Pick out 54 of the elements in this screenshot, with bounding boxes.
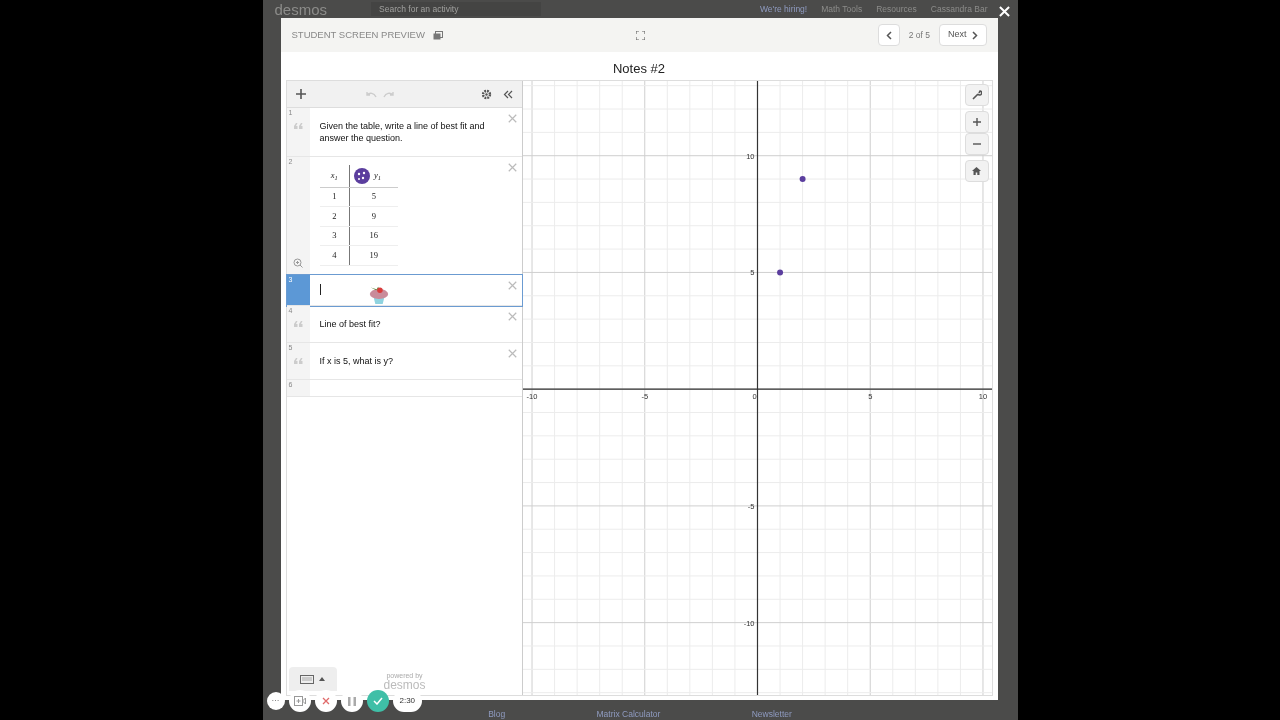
table-cell[interactable]: 1 — [319, 187, 350, 207]
quote-icon — [293, 123, 303, 129]
keyboard-toggle-button[interactable] — [288, 667, 337, 691]
caret-icon — [319, 677, 325, 681]
table-cell[interactable]: 4 — [319, 245, 350, 265]
activity-search-field[interactable]: Search for an activity — [371, 2, 542, 16]
data-point[interactable] — [776, 269, 783, 276]
note-text: Given the table, write a line of best fit and answer the question. — [319, 120, 486, 144]
text-cursor — [319, 284, 321, 295]
page-indicator: 2 of 5 — [908, 28, 930, 42]
more-button[interactable]: ··· — [266, 692, 285, 710]
desmos-logo: desmos — [383, 679, 426, 691]
confirm-button[interactable] — [366, 690, 389, 712]
add-icon[interactable] — [295, 89, 306, 99]
wrench-icon — [971, 90, 982, 100]
chevron-right-icon — [971, 30, 978, 40]
table-cell[interactable]: 9 — [349, 206, 398, 226]
add-screen-button[interactable] — [288, 690, 311, 712]
quote-icon — [293, 320, 303, 327]
graph-settings-button[interactable] — [964, 84, 989, 106]
close-icon — [321, 697, 330, 705]
pause-icon — [347, 696, 356, 706]
collapse-icon[interactable] — [502, 89, 513, 99]
table-cell[interactable]: 2 — [319, 206, 350, 226]
zoom-in-button[interactable] — [964, 111, 989, 133]
point-style-icon[interactable] — [354, 167, 370, 184]
camera-icon — [293, 696, 306, 706]
home-button[interactable] — [964, 160, 989, 182]
table-cell[interactable]: 5 — [349, 187, 398, 207]
table-cell[interactable]: 16 — [349, 226, 398, 246]
fullscreen-icon[interactable] — [635, 30, 645, 40]
windows-icon[interactable] — [432, 30, 443, 40]
table-header: y$_{1}$ — [374, 169, 381, 183]
table-cell[interactable]: 3 — [319, 226, 350, 246]
screen-title: Notes #2 — [611, 60, 666, 78]
table-cell[interactable]: 19 — [349, 245, 398, 265]
cancel-button[interactable] — [314, 690, 337, 712]
plus-icon — [972, 118, 981, 126]
table-header: x$_{1}$ — [319, 165, 350, 187]
quote-icon — [293, 357, 303, 364]
note-text: Line of best fit? — [319, 317, 382, 330]
modal-title: STUDENT SCREEN PREVIEW — [291, 27, 425, 42]
next-button[interactable]: Next — [939, 24, 987, 46]
zoom-out-button[interactable] — [964, 133, 989, 155]
chevron-left-icon — [885, 30, 892, 40]
note-text: If x is 5, what is y? — [319, 354, 395, 367]
checkmark-icon — [372, 697, 383, 705]
keyboard-icon — [300, 674, 314, 684]
zoom-fit-icon[interactable] — [292, 257, 303, 268]
previous-button[interactable] — [877, 24, 900, 46]
home-icon — [972, 167, 981, 175]
settings-icon[interactable] — [480, 88, 492, 100]
minus-icon — [972, 140, 981, 148]
data-point[interactable] — [799, 176, 806, 183]
